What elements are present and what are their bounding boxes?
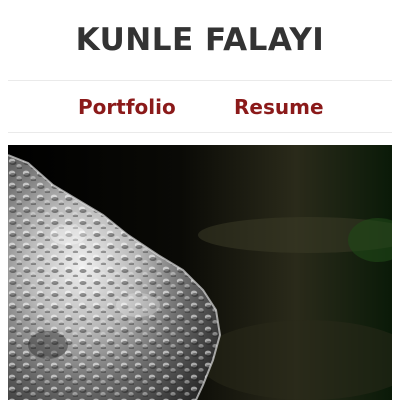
main-nav: Portfolio Resume: [8, 80, 392, 133]
hero-image: [8, 145, 392, 400]
nav-link-portfolio[interactable]: Portfolio: [78, 93, 176, 121]
nav-link-resume[interactable]: Resume: [234, 93, 324, 121]
site-header: KUNLE FALAYI: [0, 0, 400, 80]
hero-photo-illustration: [8, 145, 392, 400]
site-title[interactable]: KUNLE FALAYI: [0, 20, 400, 60]
